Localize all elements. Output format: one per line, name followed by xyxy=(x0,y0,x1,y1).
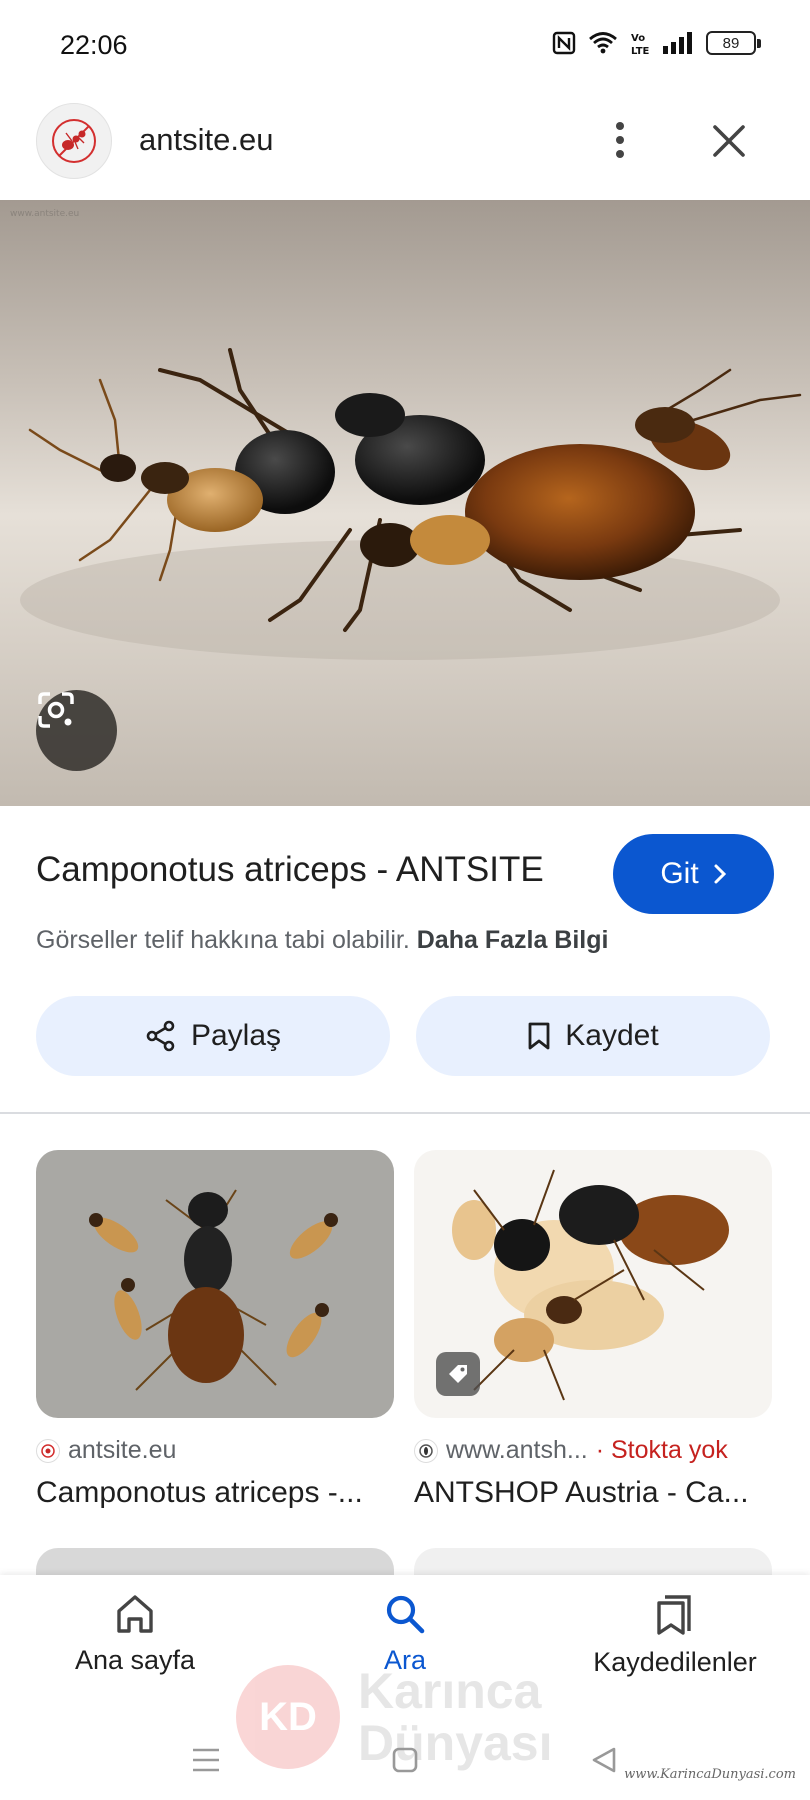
stock-status: · Stokta yok xyxy=(595,1436,728,1464)
search-icon xyxy=(386,1595,425,1634)
share-label: Paylaş xyxy=(190,1019,282,1052)
related-title[interactable]: ANTSHOP Austria - Ca... xyxy=(414,1476,772,1510)
nfc-icon xyxy=(552,31,576,55)
related-source: www.antsh... · Stokta yok xyxy=(414,1436,728,1465)
site-logo[interactable] xyxy=(36,103,112,179)
bottom-nav: Ana sayfa Ara Kaydedilenler KD Karınca D… xyxy=(0,1575,810,1800)
watermark-url: www.KarincaDunyasi.com xyxy=(624,1767,796,1782)
hero-image[interactable]: www.antsite.eu xyxy=(0,200,810,806)
related-card[interactable]: antsite.eu Camponotus atriceps -... xyxy=(36,1150,394,1509)
collections-icon xyxy=(657,1595,691,1635)
recents-button[interactable] xyxy=(176,1730,236,1790)
go-button-label: Git xyxy=(660,857,699,890)
watermark-line1: Karınca xyxy=(358,1663,542,1719)
next-card-peek xyxy=(36,1548,394,1578)
antsite-favicon-icon xyxy=(36,1438,60,1463)
save-button[interactable]: Kaydet xyxy=(416,996,770,1076)
lens-icon xyxy=(38,692,74,728)
site-header: antsite.eu xyxy=(0,96,810,200)
related-image[interactable] xyxy=(414,1150,772,1418)
result-title: Camponotus atriceps - ANTSITE xyxy=(36,850,544,889)
share-button[interactable]: Paylaş xyxy=(36,996,390,1076)
product-tag-badge xyxy=(436,1352,480,1396)
wifi-icon xyxy=(589,32,617,54)
copyright-notice: Görseller telif hakkına tabi olabilir. D… xyxy=(36,926,608,955)
related-source: antsite.eu xyxy=(36,1436,176,1465)
save-label: Kaydet xyxy=(565,1019,659,1052)
signal-icon xyxy=(663,32,692,54)
status-time: 22:06 xyxy=(60,30,128,60)
svg-text:Vo: Vo xyxy=(631,33,645,44)
svg-text:www.antsite.eu: www.antsite.eu xyxy=(10,209,79,219)
related-source-name: www.antsh... xyxy=(446,1436,588,1464)
svg-text:LTE: LTE xyxy=(631,46,650,56)
copyright-text: Görseller telif hakkına tabi olabilir. xyxy=(36,926,410,954)
status-icons: Vo LTE 89 xyxy=(552,30,761,56)
antshop-favicon-icon xyxy=(414,1438,438,1463)
related-card[interactable]: www.antsh... · Stokta yok ANTSHOP Austri… xyxy=(414,1150,772,1509)
related-image[interactable] xyxy=(36,1150,394,1418)
more-options-button[interactable] xyxy=(600,114,640,166)
nav-home-label: Ana sayfa xyxy=(74,1645,196,1675)
go-button[interactable]: Git xyxy=(613,834,774,914)
share-icon xyxy=(146,1020,175,1052)
battery-icon: 89 xyxy=(706,31,761,55)
close-icon xyxy=(713,125,745,157)
square-icon xyxy=(392,1747,418,1773)
bookmark-icon xyxy=(528,1022,550,1050)
site-name[interactable]: antsite.eu xyxy=(139,122,273,158)
related-title[interactable]: Camponotus atriceps -... xyxy=(36,1476,394,1510)
menu-icon xyxy=(193,1748,219,1772)
status-bar: 22:06 Vo LTE 89 xyxy=(0,0,810,90)
nav-saved[interactable]: Kaydedilenler xyxy=(540,1593,810,1678)
related-source-name: antsite.eu xyxy=(68,1436,177,1464)
google-lens-button[interactable] xyxy=(36,690,117,771)
volte-icon: Vo LTE xyxy=(631,33,650,56)
tag-icon xyxy=(449,1365,467,1383)
back-triangle-icon xyxy=(592,1747,616,1773)
home-icon xyxy=(117,1595,153,1633)
more-vert-icon xyxy=(616,122,624,158)
chevron-right-icon xyxy=(714,864,726,884)
home-system-button[interactable] xyxy=(375,1730,435,1790)
divider xyxy=(0,1112,810,1114)
nav-home[interactable]: Ana sayfa xyxy=(0,1593,270,1676)
ant-photo: www.antsite.eu xyxy=(10,209,802,660)
next-card-peek xyxy=(414,1548,772,1578)
close-button[interactable] xyxy=(702,114,756,168)
ant-logo-icon xyxy=(52,119,96,163)
nav-saved-label: Kaydedilenler xyxy=(593,1647,757,1677)
more-info-link[interactable]: Daha Fazla Bilgi xyxy=(417,926,609,954)
ant-photo xyxy=(89,1189,338,1391)
